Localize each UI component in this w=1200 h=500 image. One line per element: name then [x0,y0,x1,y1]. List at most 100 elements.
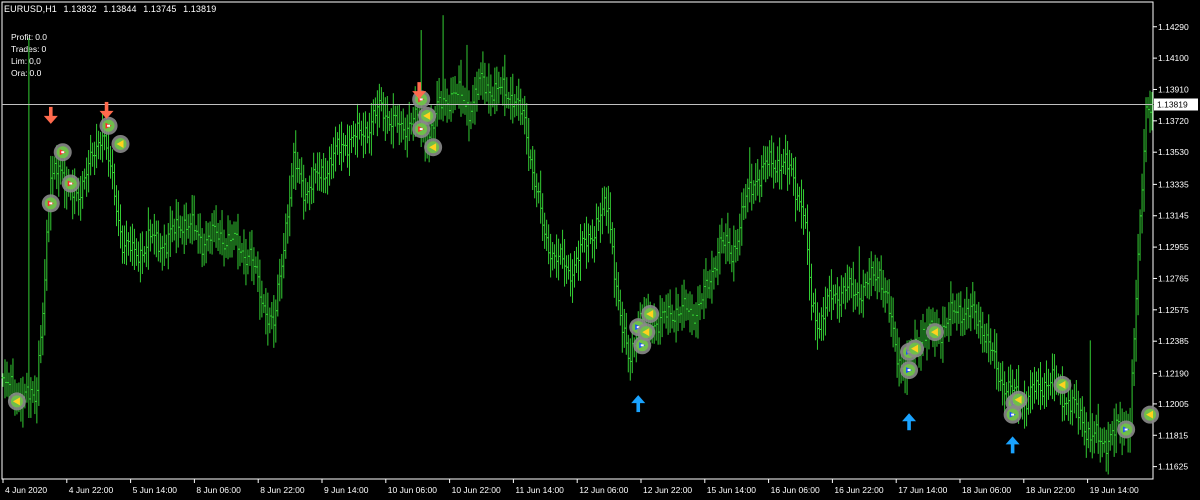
price-bar [525,103,529,155]
price-bar [447,94,451,120]
price-bar [702,269,706,320]
price-bar [359,120,363,146]
price-bar [156,220,160,262]
price-bar [439,90,443,120]
price-bar [610,222,614,255]
price-bar [628,338,632,381]
price-bar [843,272,847,310]
price-bar [861,269,865,318]
price-bar [979,306,983,345]
price-bar [573,250,577,288]
price-bar [276,274,280,317]
price-bar [1052,354,1056,402]
y-tick-label: 1.14100 [1158,53,1189,63]
price-bar [710,250,714,304]
price-bar [756,159,760,196]
price-bar [162,224,166,266]
price-bar [598,202,602,243]
price-bar [851,261,855,313]
price-bar [975,304,979,335]
price-bar [708,269,712,299]
price-bar [1035,371,1039,400]
price-bar [290,163,294,207]
price-bar [342,132,346,163]
price-bar [519,88,523,126]
price-bar [242,229,246,275]
price-bar [590,219,594,259]
price-bar [768,140,772,177]
price-bar [704,258,708,309]
price-bar [369,103,373,156]
price-bar [385,96,389,134]
price-bar [738,213,742,256]
price-bar [435,80,439,127]
price-bar [467,90,471,142]
price-bar [1092,421,1096,454]
price-bar [748,147,752,203]
price-bar [178,215,182,239]
price-bar [351,120,355,148]
price-bar [1088,340,1092,453]
price-bar [196,213,200,254]
price-bar [455,83,459,105]
trade-marker [1003,405,1022,424]
price-bar [451,76,455,114]
price-bar [1148,90,1152,133]
price-bar [855,282,859,307]
price-bar [871,261,875,286]
price-bar [626,334,630,373]
price-bar [250,230,254,282]
price-bar [823,286,827,336]
price-bar [507,91,511,109]
chart-canvas[interactable]: 1.14290 1.14100 1.13910 1.13720 1.13530 1.133… [0,0,1200,500]
price-bar [200,228,204,268]
price-bar [300,157,304,198]
price-bar [863,273,867,297]
price-bar [228,220,232,258]
price-bar [258,259,262,320]
price-bar [792,158,796,196]
price-bar [676,293,680,332]
price-bar [1104,429,1108,472]
price-bar [752,180,756,204]
price-bar [831,284,835,311]
sell-signal-arrow [43,106,58,124]
price-bar [1074,380,1078,419]
price-bar [461,85,465,114]
price-bar [664,294,668,329]
x-tick-label: 10 Jun 22:00 [452,485,501,495]
price-bar [712,257,716,290]
price-bar [969,293,973,332]
price-bar [586,223,590,263]
price-bar [280,253,284,299]
price-chart[interactable]: EURUSD,H1 1.13832 1.13844 1.13745 1.1381… [0,0,1200,500]
price-bar [166,223,170,270]
price-bar [407,101,411,142]
price-bar [264,288,268,335]
price-bar [535,173,539,208]
price-bar [278,258,282,302]
price-bar [730,245,734,273]
y-tick-label: 1.12955 [1158,242,1189,252]
price-bar [624,312,628,355]
price-bar [93,141,97,176]
price-bar [1108,423,1112,451]
price-bar [332,137,336,179]
price-bar [740,192,744,246]
price-bar [473,77,477,125]
price-bar [234,221,238,246]
price-bars [1,15,1154,475]
price-bar [849,268,853,299]
price-bar [298,158,302,184]
price-bar [575,246,579,273]
price-bar [347,125,351,176]
price-bar [115,185,119,227]
price-bar [782,148,786,175]
price-bar [266,292,270,346]
price-bar [334,126,338,172]
price-bar [997,361,1001,392]
price-bar [1080,396,1084,437]
price-bar [608,192,612,244]
price-bar [879,255,883,301]
price-bar [51,156,55,198]
